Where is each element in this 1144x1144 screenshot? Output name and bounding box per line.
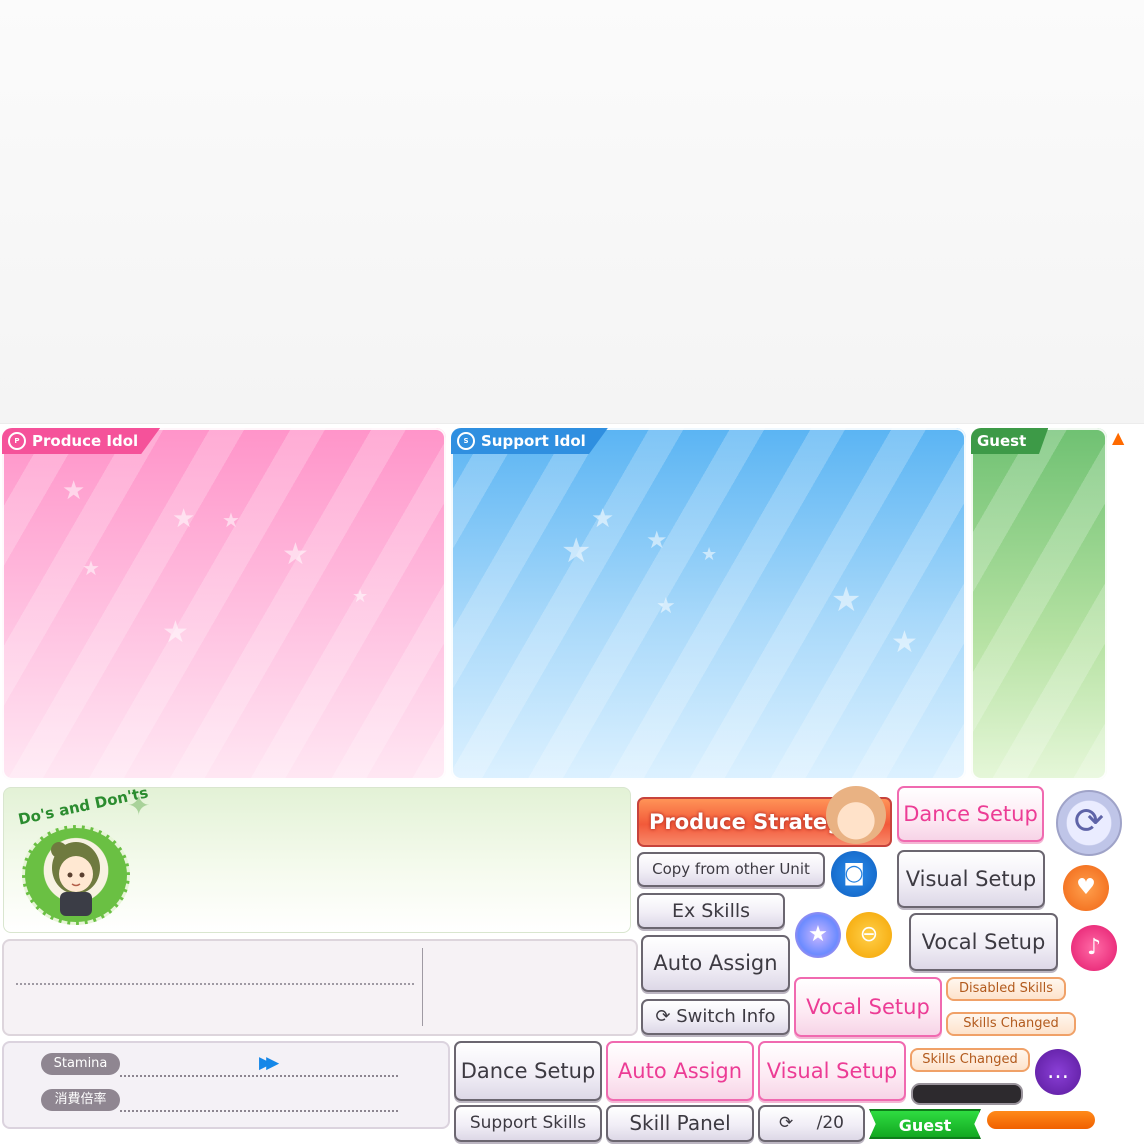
star-decoration: ★ xyxy=(282,537,309,572)
support-idol-panel[interactable]: ★ ★ ★ ★ ★ ★ ★ S Support Idol xyxy=(451,428,966,780)
copy-from-other-unit-button[interactable]: Copy from other Unit xyxy=(637,852,825,887)
skills-changed-tag: Skills Changed xyxy=(910,1048,1030,1072)
dance-setup-button[interactable]: Dance Setup xyxy=(454,1041,602,1101)
visual-setup-button[interactable]: Visual Setup xyxy=(897,850,1045,908)
produce-strategy-label: Produce Strategy xyxy=(649,810,856,834)
vocal-setup-button[interactable]: Vocal Setup xyxy=(909,913,1058,971)
star-decoration: ★ xyxy=(831,580,862,620)
support-idol-label: Support Idol xyxy=(481,432,586,450)
hand-mirror-icon[interactable]: ⊖ xyxy=(846,912,892,958)
produce-idol-label: Produce Idol xyxy=(32,432,139,450)
auto-assign-button[interactable]: Auto Assign xyxy=(641,935,790,992)
advisor-avatar[interactable] xyxy=(22,825,130,925)
guest-ribbon[interactable]: Guest xyxy=(869,1109,981,1139)
sparkle-icon: ✦ xyxy=(127,789,151,822)
rate-dotted-line xyxy=(120,1110,398,1112)
microphone-icon[interactable]: ♪ xyxy=(1071,925,1117,971)
support-idol-tab: S Support Idol xyxy=(451,428,608,454)
counter-button[interactable]: ⟳ /20 xyxy=(758,1105,865,1142)
idol-preview-area xyxy=(0,0,1144,424)
star-decoration: ★ xyxy=(352,586,369,607)
star-decoration: ★ xyxy=(646,526,668,554)
star-decoration: ★ xyxy=(222,508,240,532)
ex-skills-button[interactable]: Ex Skills xyxy=(637,893,785,929)
skill-panel-button[interactable]: Skill Panel xyxy=(606,1105,754,1142)
up-arrow-icon[interactable]: ▲ xyxy=(1112,428,1124,447)
info-vertical-divider xyxy=(422,948,423,1026)
strategy-idol-avatar xyxy=(826,786,886,844)
star-decoration: ★ xyxy=(82,556,100,580)
guest-label: Guest xyxy=(977,432,1027,450)
fast-forward-icon[interactable]: ▶▶ xyxy=(259,1053,279,1073)
speaker-icon[interactable]: ◙ xyxy=(831,851,877,897)
star-decoration: ★ xyxy=(62,476,86,506)
star-decoration: ★ xyxy=(891,625,918,660)
panel-stripes xyxy=(451,428,966,780)
chat-bubble-icon[interactable]: … xyxy=(1035,1049,1081,1095)
counter-label: /20 xyxy=(816,1113,844,1133)
auto-assign-button-pink[interactable]: Auto Assign xyxy=(606,1041,754,1101)
star-decoration: ★ xyxy=(561,531,592,571)
guest-tab: Guest xyxy=(971,428,1049,454)
support-skills-button[interactable]: Support Skills xyxy=(454,1105,602,1142)
produce-icon: P xyxy=(8,432,26,450)
star-icon[interactable]: ★ xyxy=(795,912,841,958)
guest-panel[interactable]: Guest xyxy=(971,428,1107,780)
vocal-setup-button-pink[interactable]: Vocal Setup xyxy=(794,977,942,1037)
produce-idol-panel[interactable]: ★ ★ ★ ★ ★ ★ ★ P Produce Idol xyxy=(2,428,446,780)
consumption-rate-label: 消費倍率 xyxy=(41,1089,120,1111)
refresh-small-icon: ⟳ xyxy=(778,1113,799,1133)
heart-icon[interactable]: ♥ xyxy=(1063,865,1109,911)
switch-info-label: Switch Info xyxy=(676,1006,776,1027)
star-decoration: ★ xyxy=(656,594,676,619)
support-icon: S xyxy=(457,432,475,450)
star-decoration: ★ xyxy=(591,504,615,534)
dark-status-bar xyxy=(911,1083,1023,1105)
advisor-face-icon xyxy=(51,842,100,916)
refresh-icon[interactable]: ⟳ xyxy=(1056,790,1122,856)
panel-stripes xyxy=(971,428,1107,780)
skills-changed-tag: Skills Changed xyxy=(946,1012,1076,1036)
star-decoration: ★ xyxy=(701,544,718,565)
switch-info-button[interactable]: ⟳ Switch Info xyxy=(641,999,790,1035)
stamina-label: Stamina xyxy=(41,1053,120,1075)
info-divider-line xyxy=(16,983,414,985)
visual-setup-button-pink[interactable]: Visual Setup xyxy=(758,1041,906,1101)
orange-bar xyxy=(987,1111,1095,1129)
star-decoration: ★ xyxy=(172,504,196,534)
dance-setup-button-pink[interactable]: Dance Setup xyxy=(897,786,1044,842)
star-decoration: ★ xyxy=(162,615,189,650)
refresh-small-icon: ⟳ xyxy=(655,1006,677,1027)
produce-idol-tab: P Produce Idol xyxy=(2,428,161,454)
stamina-dotted-line xyxy=(120,1075,398,1077)
disabled-skills-tag: Disabled Skills xyxy=(946,977,1066,1001)
info-panel xyxy=(2,939,638,1036)
